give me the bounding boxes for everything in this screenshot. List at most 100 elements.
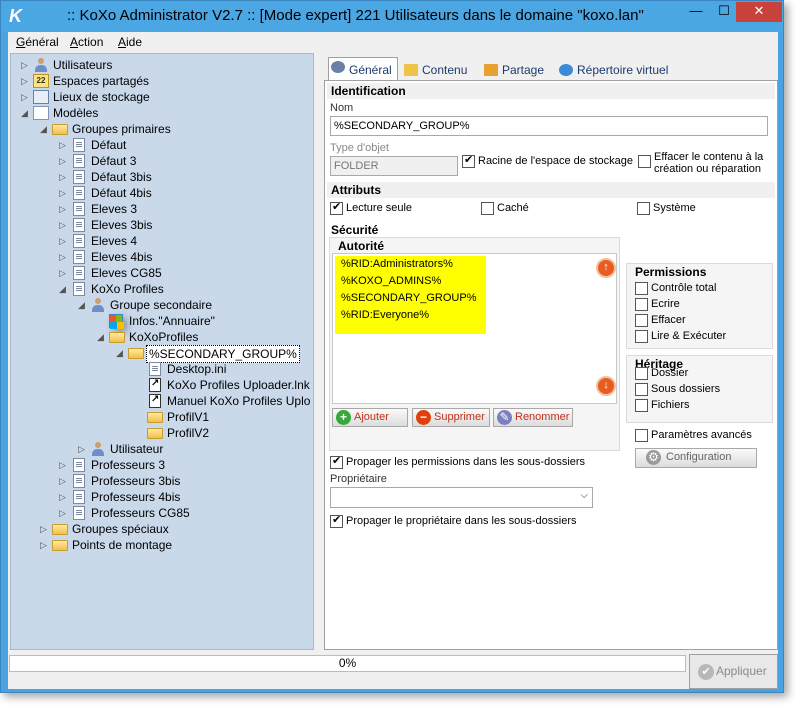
expand-arrow-icon[interactable]: ▷ (40, 537, 50, 553)
menu-aide[interactable]: Aide (118, 35, 142, 49)
expand-arrow-icon[interactable]: ▷ (59, 137, 69, 153)
menu-action[interactable]: Action (70, 35, 103, 49)
move-down-button[interactable]: ↓ (596, 376, 616, 396)
parametres-avances-box[interactable] (635, 429, 648, 442)
autorite-item[interactable]: %RID:Everyone% (335, 307, 486, 324)
expand-arrow-icon[interactable]: ▷ (59, 233, 69, 249)
collapse-arrow-icon[interactable]: ◢ (97, 329, 107, 345)
tree-node-label: KoXo Profiles Uploader.lnk (167, 378, 310, 392)
permissions-checkbox-box[interactable] (635, 314, 648, 327)
collapse-arrow-icon[interactable]: ◢ (78, 297, 88, 313)
rename-icon: ✎ (497, 410, 512, 425)
object-tree[interactable]: ▷ Utilisateurs ▷ 22 Espaces partagés ▷ Lieux d… (10, 53, 314, 650)
menu-general-label: énéral (25, 35, 59, 49)
ajouter-button[interactable]: + Ajouter (332, 408, 408, 427)
heritage-checkbox-box[interactable] (635, 383, 648, 396)
heritage-checkbox-box[interactable] (635, 367, 648, 380)
expand-arrow-icon[interactable]: ▷ (59, 505, 69, 521)
tree-node-label: Groupe secondaire (110, 298, 213, 312)
file-icon (149, 362, 161, 376)
permissions-checkbox-box[interactable] (635, 330, 648, 343)
tab-repertoire-virtuel[interactable]: Répertoire virtuel (557, 61, 668, 81)
appliquer-button[interactable]: ✔ Appliquer (689, 654, 778, 689)
supprimer-button[interactable]: − Supprimer (412, 408, 490, 427)
folder-icon (147, 428, 163, 439)
lecture-seule-checkbox-box[interactable] (330, 201, 343, 215)
autorite-item[interactable]: %SECONDARY_GROUP% (335, 290, 486, 307)
expand-arrow-icon[interactable]: ▷ (59, 169, 69, 185)
minimize-button[interactable]: — (682, 2, 710, 22)
propager-permissions-box[interactable] (330, 455, 343, 469)
page-icon (73, 266, 85, 280)
menu-action-accel: A (70, 35, 79, 49)
tree-node-label: Modèles (53, 106, 99, 120)
expand-arrow-icon[interactable]: ▷ (21, 73, 31, 89)
menu-aide-accel: A (118, 35, 127, 49)
main-window: K :: KoXo Administrator V2.7 :: [Mode ex… (0, 0, 784, 693)
move-up-button[interactable]: ↑ (596, 258, 616, 278)
expand-arrow-icon[interactable]: ▷ (78, 441, 88, 457)
propager-proprietaire-box[interactable] (330, 514, 343, 528)
supprimer-label: Supprimer (434, 411, 485, 423)
tree-node-label: Lieux de stockage (53, 90, 150, 104)
tree-node-label: Eleves 3 (91, 202, 138, 216)
permissions-checkbox-box[interactable] (635, 298, 648, 311)
tree-node-label: ProfilV1 (167, 410, 210, 424)
folder-icon (147, 412, 163, 423)
nom-input[interactable]: %SECONDARY_GROUP% (330, 116, 768, 136)
expand-arrow-icon[interactable]: ▷ (59, 185, 69, 201)
menu-bar: Général Action Aide (8, 32, 778, 52)
expand-arrow-icon[interactable]: ▷ (59, 201, 69, 217)
page-icon (73, 490, 85, 504)
windows-icon (109, 314, 124, 329)
expand-arrow-icon[interactable]: ▷ (59, 249, 69, 265)
autorite-list[interactable]: %RID:Administrators% %KOXO_ADMINS% %SECOND… (332, 253, 617, 404)
tab-contenu[interactable]: Contenu (402, 61, 467, 81)
shortcut-icon (149, 376, 161, 392)
tree-node-label: Professeurs 3 (91, 458, 166, 472)
autorite-item[interactable]: %KOXO_ADMINS% (335, 273, 486, 290)
proprietaire-select[interactable]: ⌵ (330, 487, 593, 508)
nom-label: Nom (330, 102, 354, 114)
autorite-label: Autorité (338, 239, 384, 253)
expand-arrow-icon[interactable]: ▷ (59, 153, 69, 169)
collapse-arrow-icon[interactable]: ◢ (116, 345, 126, 361)
effacer-checkbox-box[interactable] (638, 155, 651, 168)
racine-checkbox-box[interactable] (462, 154, 475, 168)
tree-node-label: Eleves 4bis (91, 250, 153, 264)
systeme-checkbox-box[interactable] (637, 202, 650, 215)
collapse-arrow-icon[interactable]: ◢ (59, 281, 69, 297)
page-icon (73, 250, 85, 264)
title-bar[interactable]: K :: KoXo Administrator V2.7 :: [Mode ex… (1, 1, 783, 33)
expand-arrow-icon[interactable]: ▷ (59, 473, 69, 489)
folder-icon (52, 540, 68, 551)
cache-checkbox-box[interactable] (481, 202, 494, 215)
propager-permissions-label: Propager les permissions dans les sous-d… (346, 456, 586, 468)
tab-label: Contenu (422, 63, 468, 77)
renommer-button[interactable]: ✎ Renommer (493, 408, 573, 427)
tree-node-label: ProfilV2 (167, 426, 210, 440)
tree-node-label: KoXo Profiles (91, 282, 164, 296)
collapse-arrow-icon[interactable]: ◢ (21, 105, 31, 121)
maximize-button[interactable]: ☐ (710, 2, 738, 22)
tree-node-label: Manuel KoXo Profiles Uplo (167, 394, 311, 408)
tab-partage[interactable]: Partage (482, 61, 544, 81)
menu-general[interactable]: Général (16, 35, 59, 49)
expand-arrow-icon[interactable]: ▷ (21, 89, 31, 105)
permissions-checkbox-box[interactable] (635, 282, 648, 295)
expand-arrow-icon[interactable]: ▷ (59, 457, 69, 473)
collapse-arrow-icon[interactable]: ◢ (40, 121, 50, 137)
page-icon (73, 138, 85, 152)
expand-arrow-icon[interactable]: ▷ (59, 265, 69, 281)
expand-arrow-icon[interactable]: ▷ (21, 57, 31, 73)
expand-arrow-icon[interactable]: ▷ (59, 489, 69, 505)
configuration-button[interactable]: ⚙ Configuration (635, 448, 757, 468)
autorite-item[interactable]: %RID:Administrators% (335, 256, 486, 273)
folder-icon (52, 524, 68, 535)
close-button[interactable]: ✕ (736, 2, 782, 22)
client-area: Général Action Aide ▷ Utilisateurs ▷ 22 Espa… (8, 32, 778, 689)
expand-arrow-icon[interactable]: ▷ (40, 521, 50, 537)
tab-general[interactable]: Général (328, 57, 398, 82)
expand-arrow-icon[interactable]: ▷ (59, 217, 69, 233)
heritage-checkbox-box[interactable] (635, 399, 648, 412)
